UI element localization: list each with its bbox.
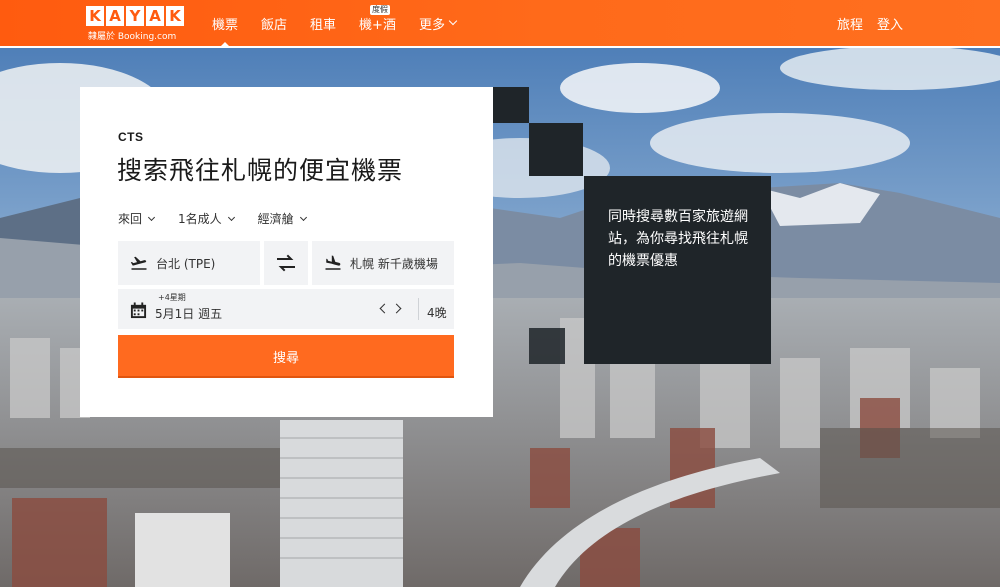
next-date-arrow-icon[interactable]: [391, 303, 402, 314]
trips-link[interactable]: 旅程: [837, 14, 863, 33]
partner-brand: CTS: [118, 130, 144, 144]
destination-field[interactable]: 札幌 新千歲機場: [312, 241, 454, 285]
previous-date-arrow-icon[interactable]: [379, 303, 390, 314]
cabin-class-value: 經濟艙: [257, 212, 294, 226]
logo-subtitle: 隸屬於 Booking.com: [88, 32, 177, 42]
plane-takeoff-icon: [130, 256, 147, 270]
logo-letter-k: K: [86, 6, 104, 26]
top-navigation-bar: K A Y A K 隸屬於 Booking.com 機票 飯店 租車 度假 機+…: [0, 0, 1000, 48]
divider: [418, 298, 419, 320]
chevron-down-icon: [448, 16, 458, 26]
chevron-down-icon: [227, 213, 235, 221]
logo-letter-a2: A: [146, 6, 164, 26]
date-value: 5月1日 週五: [155, 307, 223, 321]
swap-button[interactable]: [264, 241, 308, 285]
nav-hotels[interactable]: 飯店: [261, 0, 287, 46]
logo-letter-k2: K: [166, 6, 184, 26]
nav-packages-badge: 度假: [370, 5, 391, 15]
travelers-value: 1名成人: [178, 212, 222, 226]
decorative-square: [529, 328, 565, 364]
nav-flights[interactable]: 機票: [212, 0, 239, 48]
trip-type-select[interactable]: 來回: [118, 210, 156, 227]
decorative-square: [493, 87, 529, 123]
destination-value: 札幌 新千歲機場: [350, 256, 438, 271]
nights-count[interactable]: 4晚: [427, 304, 447, 321]
logo-letter-y: Y: [126, 6, 144, 26]
nav-packages[interactable]: 度假 機+酒: [359, 0, 396, 46]
cabin-class-select[interactable]: 經濟艙: [257, 210, 307, 227]
nav-more-label: 更多: [418, 17, 445, 33]
promo-panel: 同時搜尋數百家旅遊網站，為你尋找飛往札幌的機票優惠: [584, 176, 771, 364]
login-link[interactable]: 登入: [877, 14, 903, 33]
plane-landing-icon: [325, 255, 341, 270]
origin-value: 台北 (TPE): [156, 256, 216, 271]
trip-type-value: 來回: [118, 212, 143, 226]
nav-cars-label: 租車: [310, 17, 337, 33]
date-field[interactable]: +4星期 5月1日 週五 4晚: [118, 289, 454, 329]
nav-more[interactable]: 更多: [418, 0, 458, 46]
chevron-down-icon: [147, 213, 156, 221]
date-hint: +4星期: [158, 293, 186, 302]
chevron-down-icon: [299, 213, 307, 221]
page-title: 搜索飛往札幌的便宜機票: [117, 156, 404, 185]
nav-cars[interactable]: 租車: [310, 0, 336, 46]
logo-letter-a: A: [106, 6, 124, 26]
promo-text: 同時搜尋數百家旅遊網站，為你尋找飛往札幌的機票優惠: [608, 209, 748, 269]
nav-packages-label: 機+酒: [359, 17, 396, 33]
kayak-logo[interactable]: K A Y A K: [86, 6, 184, 26]
account-links: 旅程 登入: [837, 0, 903, 46]
swap-arrows-icon: [277, 254, 295, 272]
calendar-icon: [130, 302, 147, 319]
search-options: 來回 1名成人 經濟艙: [118, 210, 307, 227]
travelers-select[interactable]: 1名成人: [178, 210, 235, 227]
decorative-square: [529, 123, 583, 176]
flight-search-card: CTS 搜索飛往札幌的便宜機票 來回 1名成人 經濟艙 台北 (TPE) 札幌 …: [80, 87, 493, 417]
origin-field[interactable]: 台北 (TPE): [118, 241, 260, 285]
main-nav: 機票 飯店 租車 度假 機+酒 更多: [212, 0, 479, 48]
nav-hotels-label: 飯店: [261, 17, 288, 33]
nav-flights-label: 機票: [212, 17, 239, 33]
search-button[interactable]: 搜尋: [118, 335, 454, 378]
